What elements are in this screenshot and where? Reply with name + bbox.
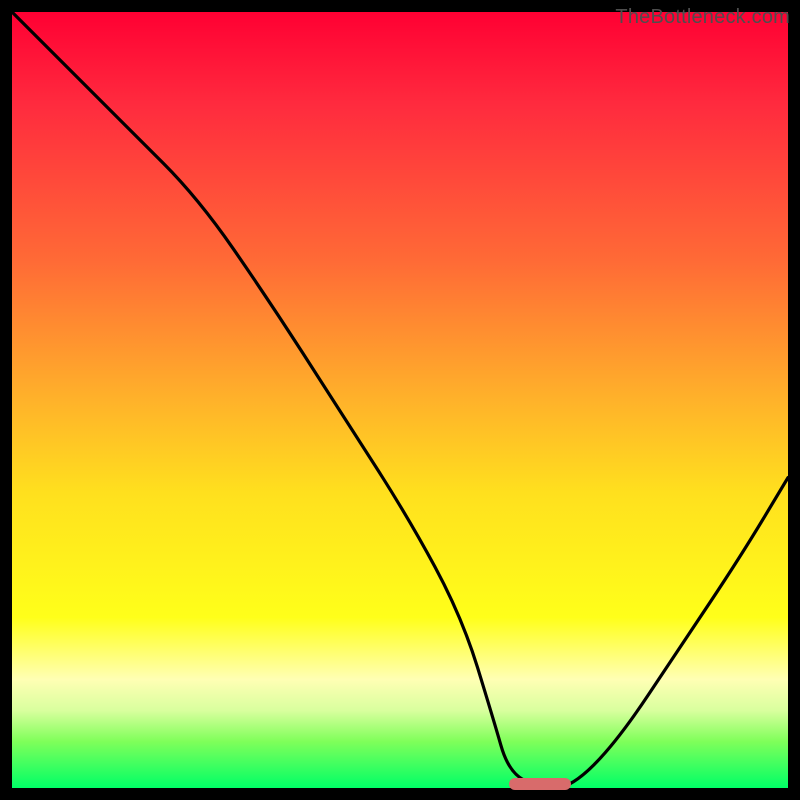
watermark-text: TheBottleneck.com xyxy=(615,6,790,29)
plot-area xyxy=(12,12,788,788)
bottleneck-curve-path xyxy=(12,12,788,788)
chart-container: TheBottleneck.com xyxy=(0,0,800,800)
optimal-marker xyxy=(509,778,571,790)
curve-svg xyxy=(12,12,788,788)
